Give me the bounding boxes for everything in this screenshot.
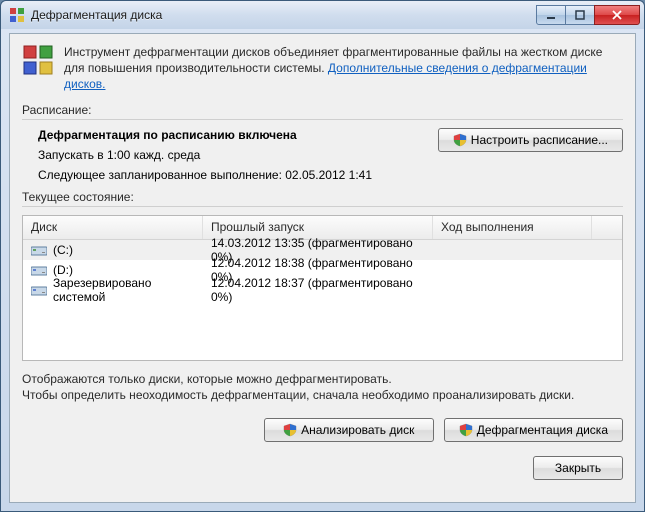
defrag-large-icon xyxy=(22,44,54,76)
schedule-status: Дефрагментация по расписанию включена xyxy=(38,128,297,142)
schedule-next-run: Следующее запланированное выполнение: 02… xyxy=(38,168,372,182)
close-row: Закрыть xyxy=(22,456,623,480)
disk-last-run: 12.04.2012 18:37 (фрагментировано 0%) xyxy=(211,276,425,304)
analyze-label: Анализировать диск xyxy=(301,423,414,437)
disk-name: Зарезервировано системой xyxy=(53,276,195,304)
client-area: Инструмент дефрагментации дисков объедин… xyxy=(9,33,636,503)
shield-icon xyxy=(459,423,473,437)
current-state-label: Текущее состояние: xyxy=(22,190,623,204)
hdd-icon xyxy=(31,244,47,256)
note-text: Отображаются только диски, которые можно… xyxy=(22,371,623,405)
schedule-run-at: Запускать в 1:00 кажд. среда xyxy=(38,148,372,162)
hdd-icon xyxy=(31,284,47,296)
shield-icon xyxy=(283,423,297,437)
divider xyxy=(22,206,623,207)
hdd-icon xyxy=(31,264,47,276)
defrag-label: Дефрагментация диска xyxy=(477,423,608,437)
col-header-disk[interactable]: Диск xyxy=(23,216,203,239)
window-title: Дефрагментация диска xyxy=(31,8,537,22)
close-dialog-button[interactable]: Закрыть xyxy=(533,456,623,480)
table-row[interactable]: Зарезервировано системой 12.04.2012 18:3… xyxy=(23,280,622,300)
info-text: Инструмент дефрагментации дисков объедин… xyxy=(64,44,623,93)
divider xyxy=(22,119,623,120)
col-header-spacer xyxy=(592,216,622,239)
disk-table: Диск Прошлый запуск Ход выполнения (C:) … xyxy=(22,215,623,361)
schedule-label: Расписание: xyxy=(22,103,623,117)
window-frame: Дефрагментация диска xyxy=(0,0,645,512)
schedule-details: Дефрагментация по расписанию включена За… xyxy=(22,128,372,182)
schedule-block: Дефрагментация по расписанию включена За… xyxy=(22,128,623,182)
info-banner: Инструмент дефрагментации дисков объедин… xyxy=(22,44,623,93)
disk-name: (C:) xyxy=(53,243,73,257)
disk-name: (D:) xyxy=(53,263,73,277)
titlebar[interactable]: Дефрагментация диска xyxy=(1,1,644,29)
minimize-button[interactable] xyxy=(536,5,566,25)
maximize-button[interactable] xyxy=(565,5,595,25)
shield-icon xyxy=(453,133,467,147)
configure-schedule-button[interactable]: Настроить расписание... xyxy=(438,128,623,152)
window-controls xyxy=(537,5,640,25)
defrag-app-icon xyxy=(9,7,25,23)
defrag-button[interactable]: Дефрагментация диска xyxy=(444,418,623,442)
action-buttons: Анализировать диск Дефрагментация диска xyxy=(22,418,623,442)
configure-schedule-label: Настроить расписание... xyxy=(471,133,608,147)
col-header-progress[interactable]: Ход выполнения xyxy=(433,216,592,239)
close-button[interactable] xyxy=(594,5,640,25)
table-body: (C:) 14.03.2012 13:35 (фрагментировано 0… xyxy=(23,240,622,300)
note-line2: Чтобы определить неоходимость дефрагмент… xyxy=(22,387,623,404)
analyze-button[interactable]: Анализировать диск xyxy=(264,418,434,442)
close-label: Закрыть xyxy=(555,461,601,475)
note-line1: Отображаются только диски, которые можно… xyxy=(22,371,623,388)
